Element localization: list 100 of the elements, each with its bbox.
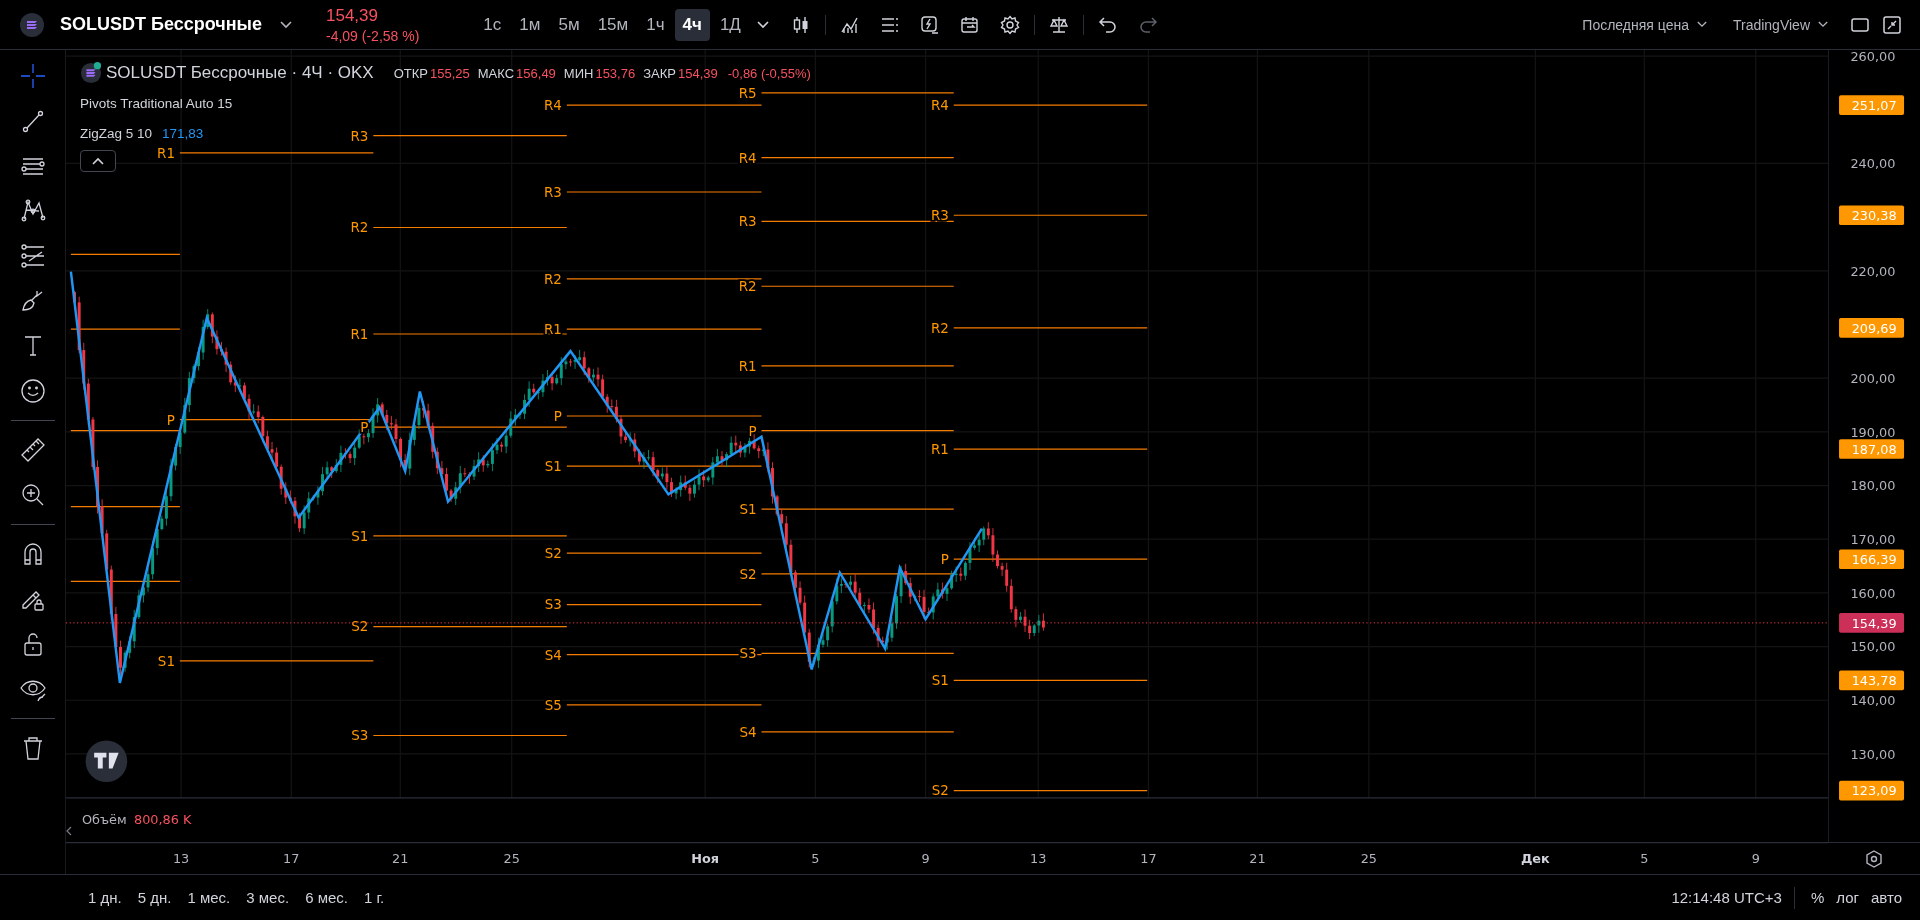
time-tick: 9	[921, 850, 930, 866]
pivot-label: R2	[544, 271, 562, 287]
pivot-label: R1	[350, 326, 369, 342]
interval-tab[interactable]: 1ч	[638, 8, 673, 41]
interval-tab[interactable]: 1м	[511, 8, 549, 41]
pivot-label: P	[553, 408, 562, 424]
volume-label: Объём	[81, 811, 127, 827]
pivot-label: R5	[738, 85, 757, 101]
pivot-label: R4	[544, 98, 562, 113]
settings-icon	[999, 14, 1020, 35]
price-tick: 150,00	[1850, 639, 1896, 655]
ohlc-label: ЗАКР	[643, 65, 676, 81]
pivot-label: R2	[738, 279, 757, 295]
chevron-left-icon[interactable]	[66, 826, 72, 836]
price-tick: 140,00	[1850, 693, 1896, 709]
pivot-label: S2	[351, 619, 369, 635]
pivot-label: R3	[350, 128, 369, 144]
price-tick: 190,00	[1850, 424, 1896, 440]
fullscreen-icon	[1882, 14, 1902, 35]
pivot-price-badge: 251,07	[1839, 95, 1905, 115]
time-tick: 21	[1249, 850, 1266, 866]
price-tick: 170,00	[1850, 532, 1896, 548]
pivot-label: S4	[544, 647, 562, 663]
pivot-price-badge: 187,08	[1839, 439, 1905, 459]
scale-button[interactable]: авто	[1864, 885, 1908, 910]
pivot-label: S3	[351, 728, 369, 744]
interval-tab[interactable]: 15м	[589, 8, 637, 41]
pivot-label: P	[940, 552, 949, 568]
alert-icon	[919, 14, 940, 35]
coin-logo-icon	[80, 62, 102, 84]
legend-title[interactable]: SOLUSDT Бессрочные · 4Ч · OKX	[106, 63, 374, 83]
collapse-button[interactable]	[80, 150, 116, 172]
range-button[interactable]: 1 мес.	[179, 885, 239, 910]
caret-icon	[1696, 21, 1707, 28]
pivot-label: S1	[931, 673, 949, 689]
range-button[interactable]: 1 дн.	[80, 885, 130, 910]
range-button[interactable]: 1 г.	[355, 885, 393, 910]
pivot-label: R3	[544, 184, 562, 200]
range-button[interactable]: 6 мес.	[297, 885, 356, 910]
pivot-label: S2	[544, 546, 562, 561]
ohlc-label: МАКС	[477, 65, 515, 81]
pivot-label: S1	[544, 459, 562, 475]
pivot-label: R2	[350, 220, 369, 236]
price-source-dropdown[interactable]: Последняя цена	[1572, 10, 1717, 39]
chevron-up-icon	[92, 157, 104, 165]
pivot-label: S3	[544, 597, 562, 613]
range-button[interactable]: 5 дн.	[129, 885, 180, 910]
coin-logo-icon	[20, 12, 44, 37]
ohlc-label: МИН	[563, 65, 594, 81]
last-price-badge: 154,39	[1839, 613, 1905, 633]
crosshair-icon	[18, 62, 47, 90]
symbol-button[interactable]: SOLUSDT Бессрочные	[56, 8, 266, 41]
legend-change: -0,86 (-0,55%)	[727, 65, 811, 81]
layout-dropdown[interactable]: TradingView	[1722, 10, 1838, 39]
interval-tab[interactable]: 1с	[475, 8, 510, 41]
pivot-label: R2	[930, 320, 949, 336]
scale-button[interactable]: %	[1804, 885, 1831, 910]
time-tick: 17	[1140, 850, 1157, 866]
pivot-label: R3	[930, 208, 949, 224]
pivot-label: R4	[930, 98, 949, 113]
price-tick: 240,00	[1850, 156, 1896, 172]
pivot-label: S2	[931, 783, 949, 799]
indicator-name[interactable]: ZigZag 5 10	[80, 125, 153, 141]
interval-tab[interactable]: 4ч	[674, 8, 710, 41]
pivot-price-badge: 209,69	[1839, 318, 1905, 338]
pivot-label: S1	[351, 528, 369, 544]
time-tick: 13	[1030, 850, 1047, 866]
interval-tab[interactable]: 1Д	[711, 8, 749, 41]
parallel-lines-icon	[18, 242, 47, 270]
indicator-name[interactable]: Pivots Traditional Auto 15	[80, 95, 233, 111]
caret-icon	[1818, 21, 1828, 28]
time-tick: 9	[1751, 850, 1760, 866]
tradingview-logo-icon[interactable]	[85, 740, 128, 782]
last-price: 154,39	[326, 5, 379, 26]
caret-icon[interactable]	[280, 20, 292, 29]
ohlc-value: 156,49	[516, 65, 556, 81]
clock: 12:14:48 UTC+3	[1671, 889, 1782, 906]
pivot-label: S1	[157, 653, 175, 669]
scale-button[interactable]: лог	[1830, 885, 1865, 910]
interval-tab[interactable]: 5м	[550, 8, 588, 41]
pivot-price-badge: 230,38	[1839, 205, 1905, 226]
pivot-label: S1	[739, 501, 757, 517]
pivot-label: R4	[738, 150, 757, 166]
time-tick: 21	[392, 850, 409, 866]
time-tick: 13	[172, 850, 190, 866]
pivot-label: P	[748, 423, 757, 439]
price-tick: 260,00	[1850, 50, 1896, 64]
undo-icon	[1097, 14, 1118, 35]
settings-icon	[1864, 848, 1884, 869]
pivot-label: R3	[738, 214, 757, 230]
time-tick: 17	[283, 850, 300, 866]
price-change: -4,09 (-2,58 %)	[326, 27, 420, 44]
range-button[interactable]: 3 мес.	[238, 885, 298, 910]
time-tick: 5	[1640, 850, 1649, 866]
caret-icon	[756, 20, 769, 29]
scales-icon	[1048, 14, 1069, 35]
pivot-price-badge: 123,09	[1839, 780, 1905, 801]
pivot-label: S5	[544, 697, 562, 713]
price-tick: 220,00	[1850, 263, 1896, 279]
time-tick: 25	[1360, 850, 1377, 866]
